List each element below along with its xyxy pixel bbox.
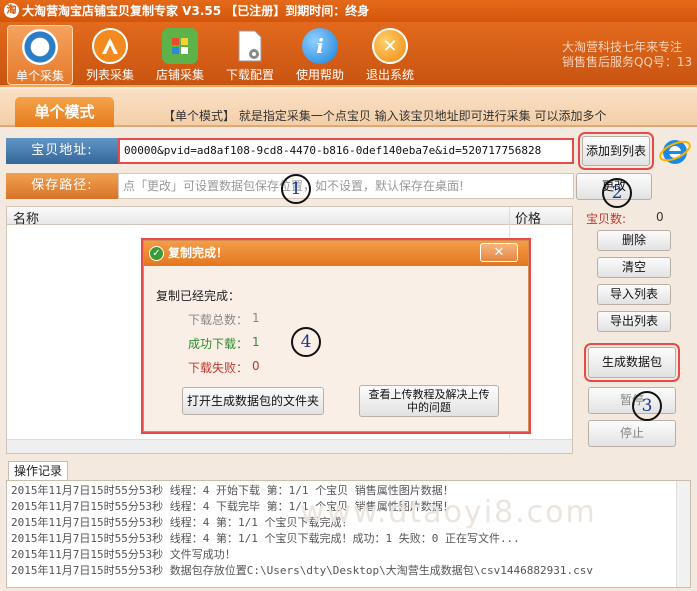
log-line: 2015年11月7日15时55分53秒 文件写成功！ bbox=[11, 548, 236, 561]
tab-operation-log[interactable]: 操作记录 bbox=[8, 461, 68, 481]
app-logo-icon: 淘 bbox=[4, 3, 19, 18]
button-label: 查看上传教程及解决上传 bbox=[368, 388, 490, 401]
watermark: www.dtaoyi8.com bbox=[300, 495, 597, 530]
upload-help-button[interactable]: 查看上传教程及解决上传 中的问题 bbox=[359, 385, 499, 417]
clear-button[interactable]: 清空 bbox=[597, 257, 671, 278]
close-button[interactable]: ✕ bbox=[480, 243, 518, 262]
mode-description: 【单个模式】 就是指定采集一个点宝贝 输入该宝贝地址即可进行采集 可以添加多个 bbox=[163, 109, 607, 123]
info-line: 销售售后服务QQ号：13 bbox=[562, 55, 693, 69]
toolbar-info: 大淘营科技七年来专注 销售售后服务QQ号：13 bbox=[562, 40, 697, 70]
generate-package-button[interactable]: 生成数据包 bbox=[584, 343, 680, 382]
vertical-scrollbar[interactable] bbox=[676, 481, 690, 587]
success-label: 成功下载： bbox=[188, 337, 249, 351]
table-header: 名称 价格 bbox=[7, 207, 572, 455]
toolbar-label: 下载配置 bbox=[225, 68, 274, 82]
help-icon: i bbox=[302, 28, 338, 64]
download-config-icon bbox=[232, 28, 268, 64]
item-count-label: 宝贝数: bbox=[586, 212, 627, 226]
column-header-name[interactable]: 名称 bbox=[13, 208, 39, 227]
dialog-heading: 复制已经完成： bbox=[156, 289, 241, 303]
dialog-title-bar: ✓ 复制完成！ ✕ bbox=[144, 241, 528, 266]
ie-browser-icon[interactable] bbox=[658, 134, 692, 168]
total-value: 1 bbox=[252, 311, 260, 325]
list-collect-icon bbox=[92, 28, 128, 64]
toolbar-download-config[interactable]: 下载配置 bbox=[217, 25, 283, 85]
window-title: 大淘营淘宝店铺宝贝复制专家 V3.55 【已注册】到期时间：终身 bbox=[22, 4, 370, 18]
toolbar-exit[interactable]: ✕ 退出系统 bbox=[357, 25, 423, 85]
toolbar-list-collect[interactable]: 列表采集 bbox=[77, 25, 143, 85]
fail-label: 下载失败： bbox=[188, 361, 249, 375]
dialog-title: 复制完成！ bbox=[168, 246, 229, 260]
column-header-price[interactable]: 价格 bbox=[515, 208, 541, 227]
item-count-value: 0 bbox=[656, 210, 664, 224]
open-folder-button[interactable]: 打开生成数据包的文件夹 bbox=[182, 387, 324, 415]
toolbar-shop-collect[interactable]: 店铺采集 bbox=[147, 25, 213, 85]
url-label: 宝贝地址: bbox=[6, 138, 118, 164]
toolbar-help[interactable]: i 使用帮助 bbox=[287, 25, 353, 85]
main-toolbar: 单个采集 列表采集 店铺采集 下载配置 i 使用帮助 ✕ 退出系统 大淘营科技七… bbox=[0, 22, 697, 87]
toolbar-label: 使用帮助 bbox=[295, 68, 344, 82]
close-icon: ✕ bbox=[493, 245, 505, 260]
add-to-list-button[interactable]: 添加到列表 bbox=[578, 132, 654, 170]
url-input[interactable]: 00000&pvid=ad8af108-9cd8-4470-b816-0def1… bbox=[118, 138, 574, 164]
button-label: 中的问题 bbox=[407, 401, 451, 414]
toolbar-label: 单个采集 bbox=[15, 69, 64, 83]
annotation-circle-3: 3 bbox=[632, 391, 662, 421]
toolbar-label: 店铺采集 bbox=[155, 68, 204, 82]
horizontal-scrollbar[interactable] bbox=[7, 439, 572, 453]
annotation-circle-2: 2 bbox=[602, 178, 632, 208]
exit-icon: ✕ bbox=[372, 28, 408, 64]
fail-value: 0 bbox=[252, 359, 260, 373]
total-label: 下载总数： bbox=[188, 313, 249, 327]
stop-button[interactable]: 停止 bbox=[588, 420, 676, 447]
export-list-button[interactable]: 导出列表 bbox=[597, 311, 671, 332]
log-line: 2015年11月7日15时55分53秒 线程：4 第：1/1 个宝贝下载完成！成… bbox=[11, 532, 520, 545]
annotation-circle-1: 1 bbox=[281, 174, 311, 204]
shop-collect-icon bbox=[162, 28, 198, 64]
annotation-circle-4: 4 bbox=[291, 327, 321, 357]
tab-single-mode[interactable]: 单个模式 bbox=[15, 97, 114, 127]
log-line: 2015年11月7日15时55分53秒 数据包存放位置C:\Users\dty\… bbox=[11, 564, 593, 577]
check-icon: ✓ bbox=[149, 246, 164, 261]
toolbar-single-collect[interactable]: 单个采集 bbox=[7, 25, 73, 85]
copy-complete-dialog: ✓ 复制完成！ ✕ 复制已经完成： 下载总数： 1 成功下载： 1 下载失败： … bbox=[143, 240, 529, 432]
toolbar-label: 列表采集 bbox=[85, 68, 134, 82]
save-path-label: 保存路径: bbox=[6, 173, 118, 199]
save-path-input[interactable]: 点「更改」可设置数据包保存位置，如不设置，默认保存在桌面! bbox=[118, 173, 574, 199]
info-line: 大淘营科技七年来专注 bbox=[562, 40, 683, 54]
import-list-button[interactable]: 导入列表 bbox=[597, 284, 671, 305]
title-bar: 淘 大淘营淘宝店铺宝贝复制专家 V3.55 【已注册】到期时间：终身 bbox=[0, 0, 697, 22]
toolbar-label: 退出系统 bbox=[365, 68, 414, 82]
delete-button[interactable]: 删除 bbox=[597, 230, 671, 251]
mode-bar: 单个模式 【单个模式】 就是指定采集一个点宝贝 输入该宝贝地址即可进行采集 可以… bbox=[0, 89, 697, 127]
single-collect-icon bbox=[22, 29, 58, 65]
success-value: 1 bbox=[252, 335, 260, 349]
